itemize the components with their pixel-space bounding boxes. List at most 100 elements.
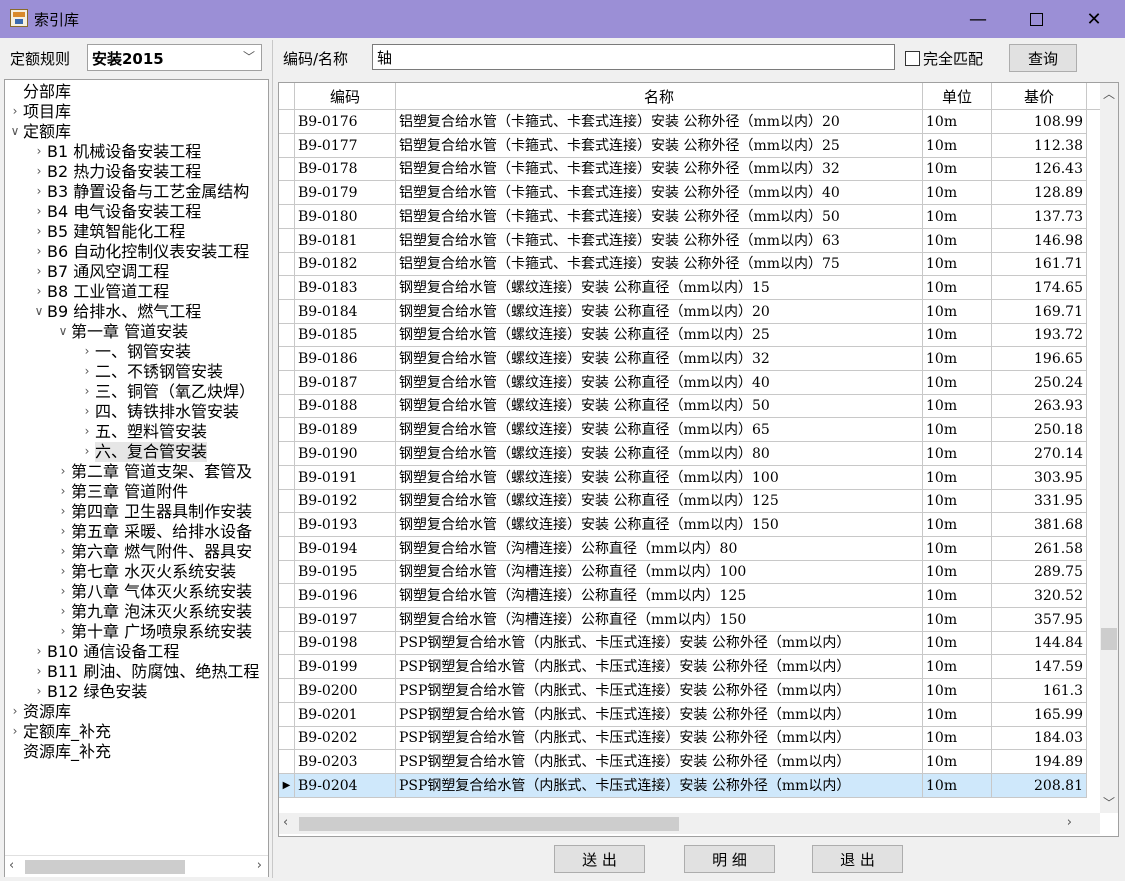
cell-name[interactable]: 铝塑复合给水管（卡箍式、卡套式连接）安装 公称外径（mm以内）32 <box>396 157 923 182</box>
tree-node[interactable]: 资源库_补充 <box>23 742 111 762</box>
row-indicator[interactable] <box>279 726 295 751</box>
row-indicator[interactable] <box>279 749 295 774</box>
scrollbar-thumb[interactable] <box>299 817 679 831</box>
chevron-right-icon[interactable]: › <box>57 504 69 518</box>
cell-price[interactable]: 108.99 <box>992 110 1087 134</box>
rule-select[interactable]: 安装2015 ﹀ <box>87 44 262 71</box>
chevron-right-icon[interactable]: › <box>57 464 69 478</box>
cell-price[interactable]: 250.18 <box>992 418 1087 443</box>
tree-node[interactable]: B2 热力设备安装工程 <box>47 162 201 182</box>
row-indicator[interactable] <box>279 702 295 727</box>
cell-unit[interactable]: 10m <box>923 275 992 300</box>
cell-unit[interactable]: 10m <box>923 181 992 206</box>
cell-code[interactable]: B9-0199 <box>295 655 396 680</box>
table-row[interactable]: B9-0196 钢塑复合给水管（沟槽连接）公称直径（mm以内）125 10m 320.… <box>279 584 1101 608</box>
tree-node[interactable]: B3 静置设备与工艺金属结构 <box>47 182 249 202</box>
chevron-right-icon[interactable]: › <box>81 344 93 358</box>
cell-unit[interactable]: 10m <box>923 512 992 537</box>
cell-name[interactable]: 钢塑复合给水管（螺纹连接）安装 公称直径（mm以内）125 <box>396 489 923 514</box>
cell-code[interactable]: B9-0188 <box>295 394 396 419</box>
cell-name[interactable]: 钢塑复合给水管（螺纹连接）安装 公称直径（mm以内）65 <box>396 418 923 443</box>
chevron-right-icon[interactable]: › <box>57 624 69 638</box>
cell-price[interactable]: 112.38 <box>992 133 1087 158</box>
row-indicator[interactable] <box>279 299 295 324</box>
chevron-right-icon[interactable]: › <box>9 104 21 118</box>
tree-node[interactable]: 资源库 <box>23 702 71 722</box>
scrollbar-thumb[interactable] <box>25 860 185 874</box>
cell-price[interactable]: 357.95 <box>992 607 1087 632</box>
cell-name[interactable]: PSP钢塑复合给水管（内胀式、卡压式连接）安装 公称外径（mm以内） <box>396 702 923 727</box>
cell-code[interactable]: B9-0178 <box>295 157 396 182</box>
cell-unit[interactable]: 10m <box>923 655 992 680</box>
minimize-button[interactable]: — <box>952 0 1004 38</box>
chevron-right-icon[interactable]: › <box>33 164 45 178</box>
cell-price[interactable]: 161.3 <box>992 678 1087 703</box>
tree-node[interactable]: 三、铜管（氧乙炔焊） <box>95 382 255 402</box>
cell-code[interactable]: B9-0194 <box>295 536 396 561</box>
chevron-down-icon[interactable]: ∨ <box>57 324 69 338</box>
tree-node[interactable]: 五、塑料管安装 <box>95 422 207 442</box>
cell-price[interactable]: 161.71 <box>992 252 1087 277</box>
row-indicator[interactable] <box>279 228 295 253</box>
chevron-right-icon[interactable]: › <box>33 244 45 258</box>
tree-node[interactable]: 第十章 广场喷泉系统安装 <box>71 622 252 642</box>
cell-name[interactable]: 钢塑复合给水管（沟槽连接）公称直径（mm以内）125 <box>396 584 923 608</box>
tree-node[interactable]: 一、钢管安装 <box>95 342 191 362</box>
cell-code[interactable]: B9-0203 <box>295 749 396 774</box>
tree-node[interactable]: B6 自动化控制仪表安装工程 <box>47 242 249 262</box>
cell-unit[interactable]: 10m <box>923 157 992 182</box>
cell-code[interactable]: B9-0195 <box>295 560 396 585</box>
cell-code[interactable]: B9-0192 <box>295 489 396 514</box>
cell-unit[interactable]: 10m <box>923 773 992 798</box>
tree-node[interactable]: 定额库_补充 <box>23 722 111 742</box>
cell-price[interactable]: 250.24 <box>992 370 1087 395</box>
row-indicator[interactable] <box>279 607 295 632</box>
cell-name[interactable]: 钢塑复合给水管（螺纹连接）安装 公称直径（mm以内）15 <box>396 275 923 300</box>
table-row[interactable]: B9-0195 钢塑复合给水管（沟槽连接）公称直径（mm以内）100 10m 289.… <box>279 560 1101 585</box>
cell-unit[interactable]: 10m <box>923 631 992 656</box>
cell-code[interactable]: B9-0177 <box>295 133 396 158</box>
column-header-code[interactable]: 编码 <box>295 83 396 110</box>
chevron-down-icon[interactable]: ∨ <box>9 124 21 138</box>
table-row[interactable]: B9-0203 PSP钢塑复合给水管（内胀式、卡压式连接）安装 公称外径（mm以内… <box>279 749 1101 774</box>
cell-name[interactable]: 铝塑复合给水管（卡箍式、卡套式连接）安装 公称外径（mm以内）40 <box>396 181 923 206</box>
cell-price[interactable]: 331.95 <box>992 489 1087 514</box>
cell-unit[interactable]: 10m <box>923 441 992 466</box>
tree-node[interactable]: B9 给排水、燃气工程 <box>47 302 201 322</box>
row-indicator[interactable] <box>279 655 295 680</box>
row-indicator[interactable] <box>279 465 295 490</box>
cell-name[interactable]: PSP钢塑复合给水管（内胀式、卡压式连接）安装 公称外径（mm以内） <box>396 678 923 703</box>
tree-node[interactable]: 第六章 燃气附件、器具安 <box>71 542 252 562</box>
cell-code[interactable]: B9-0176 <box>295 110 396 134</box>
cell-unit[interactable]: 10m <box>923 133 992 158</box>
column-header-unit[interactable]: 单位 <box>923 83 992 110</box>
table-row[interactable]: ▶ B9-0204 PSP钢塑复合给水管（内胀式、卡压式连接）安装 公称外径（mm以… <box>279 773 1101 798</box>
table-row[interactable]: B9-0199 PSP钢塑复合给水管（内胀式、卡压式连接）安装 公称外径（mm以内… <box>279 655 1101 680</box>
table-row[interactable]: B9-0181 铝塑复合给水管（卡箍式、卡套式连接）安装 公称外径（mm以内）63… <box>279 228 1101 253</box>
tree-node[interactable]: B7 通风空调工程 <box>47 262 169 282</box>
cell-code[interactable]: B9-0197 <box>295 607 396 632</box>
scroll-up-icon[interactable]: ︿ <box>1103 85 1115 102</box>
cell-code[interactable]: B9-0190 <box>295 441 396 466</box>
table-row[interactable]: B9-0191 钢塑复合给水管（螺纹连接）安装 公称直径（mm以内）100 10m 3… <box>279 465 1101 490</box>
cell-unit[interactable]: 10m <box>923 252 992 277</box>
cell-price[interactable]: 263.93 <box>992 394 1087 419</box>
chevron-right-icon[interactable]: › <box>57 544 69 558</box>
column-header-price[interactable]: 基价 <box>992 83 1087 110</box>
table-row[interactable]: B9-0186 钢塑复合给水管（螺纹连接）安装 公称直径（mm以内）32 10m 19… <box>279 347 1101 371</box>
cell-name[interactable]: PSP钢塑复合给水管（内胀式、卡压式连接）安装 公称外径（mm以内） <box>396 655 923 680</box>
tree-node[interactable]: B1 机械设备安装工程 <box>47 142 201 162</box>
row-indicator[interactable] <box>279 394 295 419</box>
cell-name[interactable]: 钢塑复合给水管（沟槽连接）公称直径（mm以内）150 <box>396 607 923 632</box>
chevron-right-icon[interactable]: › <box>81 424 93 438</box>
table-row[interactable]: B9-0185 钢塑复合给水管（螺纹连接）安装 公称直径（mm以内）25 10m 19… <box>279 323 1101 348</box>
tree-node[interactable]: 第四章 卫生器具制作安装 <box>71 502 252 522</box>
cell-name[interactable]: 钢塑复合给水管（螺纹连接）安装 公称直径（mm以内）25 <box>396 323 923 348</box>
cell-unit[interactable]: 10m <box>923 702 992 727</box>
scrollbar-thumb[interactable] <box>1101 628 1117 650</box>
row-indicator[interactable] <box>279 631 295 656</box>
cell-code[interactable]: B9-0193 <box>295 512 396 537</box>
cell-price[interactable]: 289.75 <box>992 560 1087 585</box>
cell-unit[interactable]: 10m <box>923 749 992 774</box>
cell-code[interactable]: B9-0186 <box>295 347 396 371</box>
